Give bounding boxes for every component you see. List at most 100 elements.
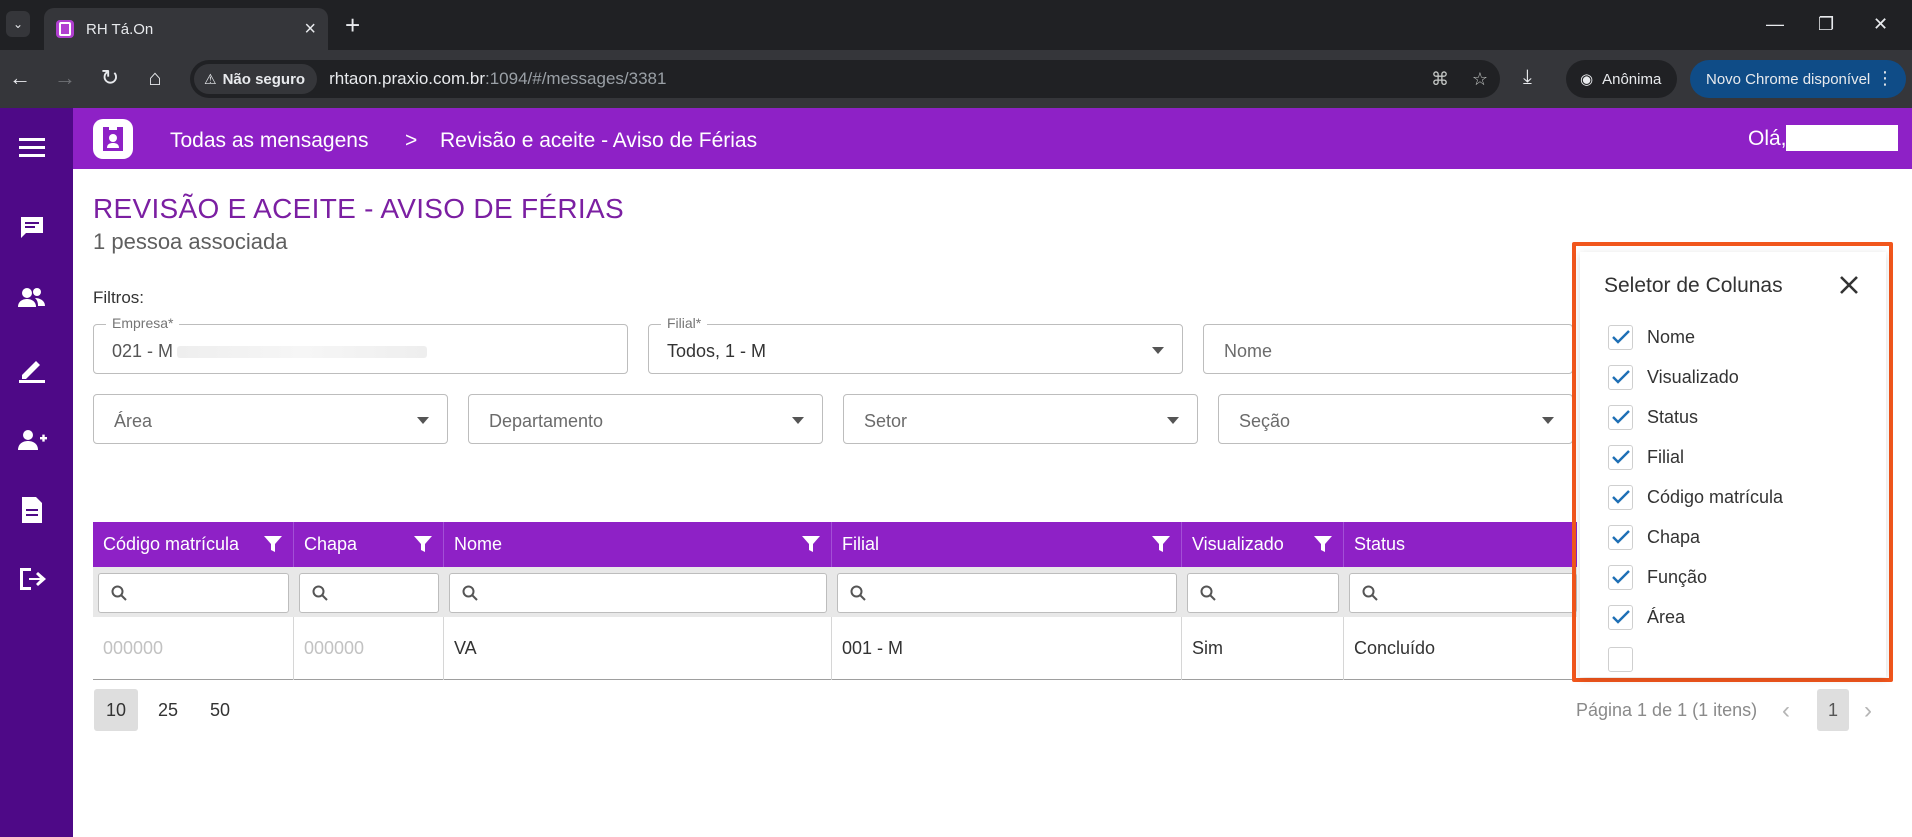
restore-icon[interactable]: ❐ [1818, 14, 1834, 34]
filial-select[interactable]: Filial* Todos, 1 - M [648, 315, 1183, 374]
page-size-10[interactable]: 10 [94, 689, 138, 731]
page-number-1[interactable]: 1 [1817, 689, 1849, 731]
url-text[interactable]: rhtaon.praxio.com.br:1094/#/messages/338… [329, 69, 1420, 89]
forward-icon[interactable]: → [53, 66, 77, 90]
app-logo[interactable] [93, 119, 133, 159]
add-user-icon[interactable] [14, 422, 50, 458]
column-chooser-title: Seletor de Colunas [1604, 274, 1783, 297]
next-page-icon[interactable]: › [1864, 697, 1872, 725]
search-icon [312, 585, 328, 601]
bookmark-star-icon[interactable]: ☆ [1460, 69, 1500, 90]
download-icon[interactable]: ⤓ [1523, 66, 1532, 89]
departamento-select[interactable]: Departamento [468, 394, 823, 444]
checkbox-icon[interactable] [1608, 646, 1633, 672]
new-tab-icon[interactable]: + [345, 12, 360, 38]
address-bar[interactable]: ⚠ Não seguro rhtaon.praxio.com.br:1094/#… [190, 60, 1500, 98]
user-name-box[interactable] [1786, 125, 1898, 151]
column-option-status[interactable]: Status [1608, 402, 1698, 432]
page-subtitle: 1 pessoa associada [93, 229, 288, 254]
column-header-codigo[interactable]: Código matrícula [93, 522, 294, 567]
empresa-label: Empresa* [106, 315, 180, 331]
secao-placeholder: Seção [1239, 411, 1291, 431]
close-tab-icon[interactable]: × [304, 19, 316, 39]
codigo-search-input[interactable] [98, 573, 289, 613]
filter-icon[interactable] [801, 534, 821, 554]
tab-search-button[interactable]: ⌄ [6, 11, 30, 37]
cell-status: Concluído [1354, 638, 1436, 658]
filter-icon[interactable] [1151, 534, 1171, 554]
menu-icon[interactable] [14, 130, 50, 166]
chrome-update-button[interactable]: Novo Chrome disponível ⋮ [1690, 60, 1906, 98]
column-option-codigo-matricula[interactable]: Código matrícula [1608, 482, 1783, 512]
messages-icon[interactable] [14, 210, 50, 246]
prev-page-icon[interactable]: ‹ [1782, 697, 1790, 725]
incognito-icon: ◉ [1580, 71, 1594, 88]
column-option-funcao[interactable]: Função [1608, 562, 1707, 592]
incognito-chip[interactable]: ◉ Anônima [1566, 60, 1678, 98]
column-header-status[interactable]: Status [1344, 522, 1577, 567]
checkbox-checked-icon[interactable] [1608, 444, 1633, 470]
cell-chapa: 000000 [294, 617, 444, 680]
search-icon [1362, 585, 1378, 601]
checkbox-checked-icon[interactable] [1608, 564, 1633, 590]
breadcrumb-current: Revisão e aceite - Aviso de Férias [440, 129, 758, 152]
secao-select[interactable]: Seção [1218, 394, 1573, 444]
checkbox-checked-icon[interactable] [1608, 324, 1633, 350]
column-option-partial[interactable] [1608, 644, 1647, 674]
close-icon[interactable] [1838, 274, 1860, 296]
dropdown-arrow-icon [417, 417, 429, 424]
home-icon[interactable]: ⌂ [143, 66, 167, 90]
incognito-label: Anônima [1602, 70, 1662, 88]
column-header-chapa[interactable]: Chapa [294, 522, 444, 567]
close-window-icon[interactable]: ✕ [1873, 14, 1888, 34]
nome-input[interactable]: Nome [1203, 324, 1573, 374]
filial-search-input[interactable] [837, 573, 1177, 613]
checkbox-checked-icon[interactable] [1608, 524, 1633, 550]
column-header-filial[interactable]: Filial [832, 522, 1182, 567]
filter-icon[interactable] [1313, 534, 1333, 554]
dropdown-arrow-icon [1542, 417, 1554, 424]
chapa-search-input[interactable] [299, 573, 439, 613]
edit-icon[interactable] [14, 351, 50, 387]
breadcrumb-root[interactable]: Todas as mensagens [170, 129, 368, 153]
column-option-chapa[interactable]: Chapa [1608, 522, 1700, 552]
checkbox-checked-icon[interactable] [1608, 484, 1633, 510]
people-icon[interactable] [14, 280, 50, 316]
cell-nome: VA [444, 617, 832, 680]
column-option-area[interactable]: Área [1608, 602, 1685, 632]
url-host: rhtaon.praxio.com.br [329, 69, 485, 88]
chevron-down-icon: ⌄ [12, 17, 24, 31]
checkbox-checked-icon[interactable] [1608, 404, 1633, 430]
checkbox-checked-icon[interactable] [1608, 364, 1633, 390]
area-select[interactable]: Área [93, 394, 448, 444]
filial-value: Todos, 1 - M [667, 341, 767, 361]
column-header-nome[interactable]: Nome [444, 522, 832, 567]
checkbox-checked-icon[interactable] [1608, 604, 1633, 630]
browser-tab[interactable]: RH Tá.On × [44, 8, 328, 50]
document-icon[interactable] [14, 492, 50, 528]
logout-icon[interactable] [14, 561, 50, 597]
translate-icon[interactable]: ⌘ [1420, 69, 1460, 90]
page-size-50[interactable]: 50 [198, 689, 242, 731]
setor-select[interactable]: Setor [843, 394, 1198, 444]
status-search-input[interactable] [1349, 573, 1577, 613]
filter-icon[interactable] [413, 534, 433, 554]
visualizado-search-input[interactable] [1187, 573, 1339, 613]
table-row[interactable]: 000000 000000 VA 001 - M Sim Concluído [93, 617, 1577, 680]
browser-tabstrip: ⌄ RH Tá.On × + — ❐ ✕ [0, 0, 1912, 50]
column-header-visualizado[interactable]: Visualizado [1182, 522, 1344, 567]
back-icon[interactable]: ← [8, 66, 32, 90]
more-menu-icon[interactable]: ⋮ [1876, 68, 1894, 89]
security-label: Não seguro [222, 70, 306, 88]
column-option-visualizado[interactable]: Visualizado [1608, 362, 1739, 392]
empresa-field[interactable]: Empresa* 021 - M [93, 315, 628, 374]
column-option-nome[interactable]: Nome [1608, 322, 1695, 352]
nome-search-input[interactable] [449, 573, 827, 613]
filter-icon[interactable] [263, 534, 283, 554]
column-option-filial[interactable]: Filial [1608, 442, 1684, 472]
minimize-icon[interactable]: — [1766, 14, 1784, 34]
security-chip[interactable]: ⚠ Não seguro [194, 64, 318, 94]
reload-icon[interactable]: ↻ [98, 66, 122, 90]
page-size-25[interactable]: 25 [146, 689, 190, 731]
grid-filter-row [93, 567, 1577, 617]
